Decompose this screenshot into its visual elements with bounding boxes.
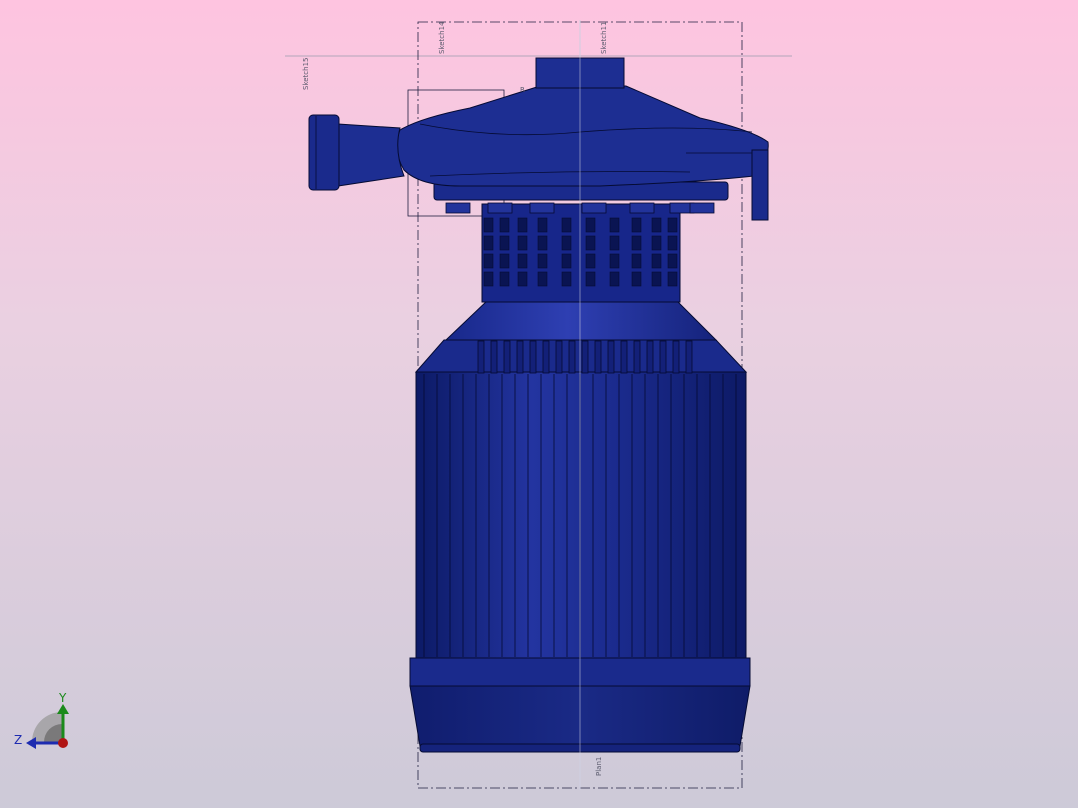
flange-lug [445, 202, 471, 214]
fin-notch [529, 340, 537, 374]
fin-notch [672, 340, 680, 374]
cylinder-slot [561, 217, 572, 233]
side-pipe[interactable] [751, 149, 769, 221]
model-canvas[interactable]: Sketch15 Sketch14 Sketch11 Plan1 R Y Z [0, 0, 1078, 808]
cylinder-slot [585, 235, 596, 251]
cylinder-slot [667, 235, 678, 251]
cylinder-slot [651, 235, 662, 251]
cylinder-slot [483, 271, 494, 287]
cylinder-slot [483, 253, 494, 269]
triad-z-arrow-icon [26, 737, 36, 749]
cylinder-slot [517, 217, 528, 233]
sketch-label-top-center: Sketch11 [600, 22, 608, 55]
cylinder-slot [561, 271, 572, 287]
cylinder-slot [585, 217, 596, 233]
cylinder-slot [517, 253, 528, 269]
cylinder-slot [631, 217, 642, 233]
cylinder-slot [631, 235, 642, 251]
fin-notch [516, 340, 524, 374]
cylinder-slot [537, 271, 548, 287]
cylinder-slot [651, 217, 662, 233]
cylinder-slot [631, 253, 642, 269]
cylinder-slot [561, 235, 572, 251]
cylinder-slot [585, 253, 596, 269]
triad-x-axis-dot [58, 738, 68, 748]
cylinder-slot [609, 217, 620, 233]
cylinder-slot [537, 217, 548, 233]
cylinder-slot [483, 217, 494, 233]
fin-notch [659, 340, 667, 374]
fin-notch [620, 340, 628, 374]
transition-cone[interactable] [444, 299, 718, 341]
sketch-label-small-mark: R [520, 86, 525, 94]
cylinder-slot [499, 217, 510, 233]
cylinder-slot [609, 253, 620, 269]
fin-notch [477, 340, 485, 374]
fin-notch [594, 340, 602, 374]
triad-y-arrow-icon [57, 704, 69, 714]
fin-notch [685, 340, 693, 374]
fin-notch [555, 340, 563, 374]
triad-y-label: Y [58, 691, 67, 705]
cylinder-slot [667, 253, 678, 269]
orientation-triad[interactable]: Y Z [14, 691, 69, 749]
cylinder-slot [517, 235, 528, 251]
cylinder-slot [667, 217, 678, 233]
cylinder-slot [651, 271, 662, 287]
cylinder-slot [631, 271, 642, 287]
sketch-label-top-left-a: Sketch15 [302, 58, 310, 91]
cylinder-slot [537, 235, 548, 251]
cylinder-slot [537, 253, 548, 269]
sketch-label-bottom-center: Plan1 [595, 757, 603, 776]
cylinder-slot [499, 271, 510, 287]
motor-body[interactable] [414, 339, 748, 660]
triad-z-label: Z [14, 733, 22, 747]
fin-notch [607, 340, 615, 374]
fin-notch [646, 340, 654, 374]
flange-lug [529, 202, 555, 214]
flange-lug [581, 202, 607, 214]
cylinder-slot [609, 271, 620, 287]
cylinder-slot [667, 271, 678, 287]
fin-notch [542, 340, 550, 374]
fin-notch [490, 340, 498, 374]
cylinder-slot [483, 235, 494, 251]
cylinder-slot [585, 271, 596, 287]
flange-lug [487, 202, 513, 214]
fin-notch [633, 340, 641, 374]
cylinder-slot [517, 271, 528, 287]
graphics-viewport[interactable]: Sketch15 Sketch14 Sketch11 Plan1 R Y Z [0, 0, 1078, 808]
cylinder-slot [609, 235, 620, 251]
cylinder-slot [499, 253, 510, 269]
fin-notch [568, 340, 576, 374]
flange-lug [689, 202, 715, 214]
perforated-cylinder[interactable] [481, 203, 681, 303]
sketch-label-top-left-b: Sketch14 [438, 21, 446, 54]
inlet-pipe[interactable] [308, 114, 405, 191]
cylinder-slot [499, 235, 510, 251]
fin-notch [581, 340, 589, 374]
inlet-flange[interactable] [308, 114, 340, 191]
fin-notch [503, 340, 511, 374]
cylinder-slot [561, 253, 572, 269]
cylinder-slot [651, 253, 662, 269]
flange-lug [629, 202, 655, 214]
